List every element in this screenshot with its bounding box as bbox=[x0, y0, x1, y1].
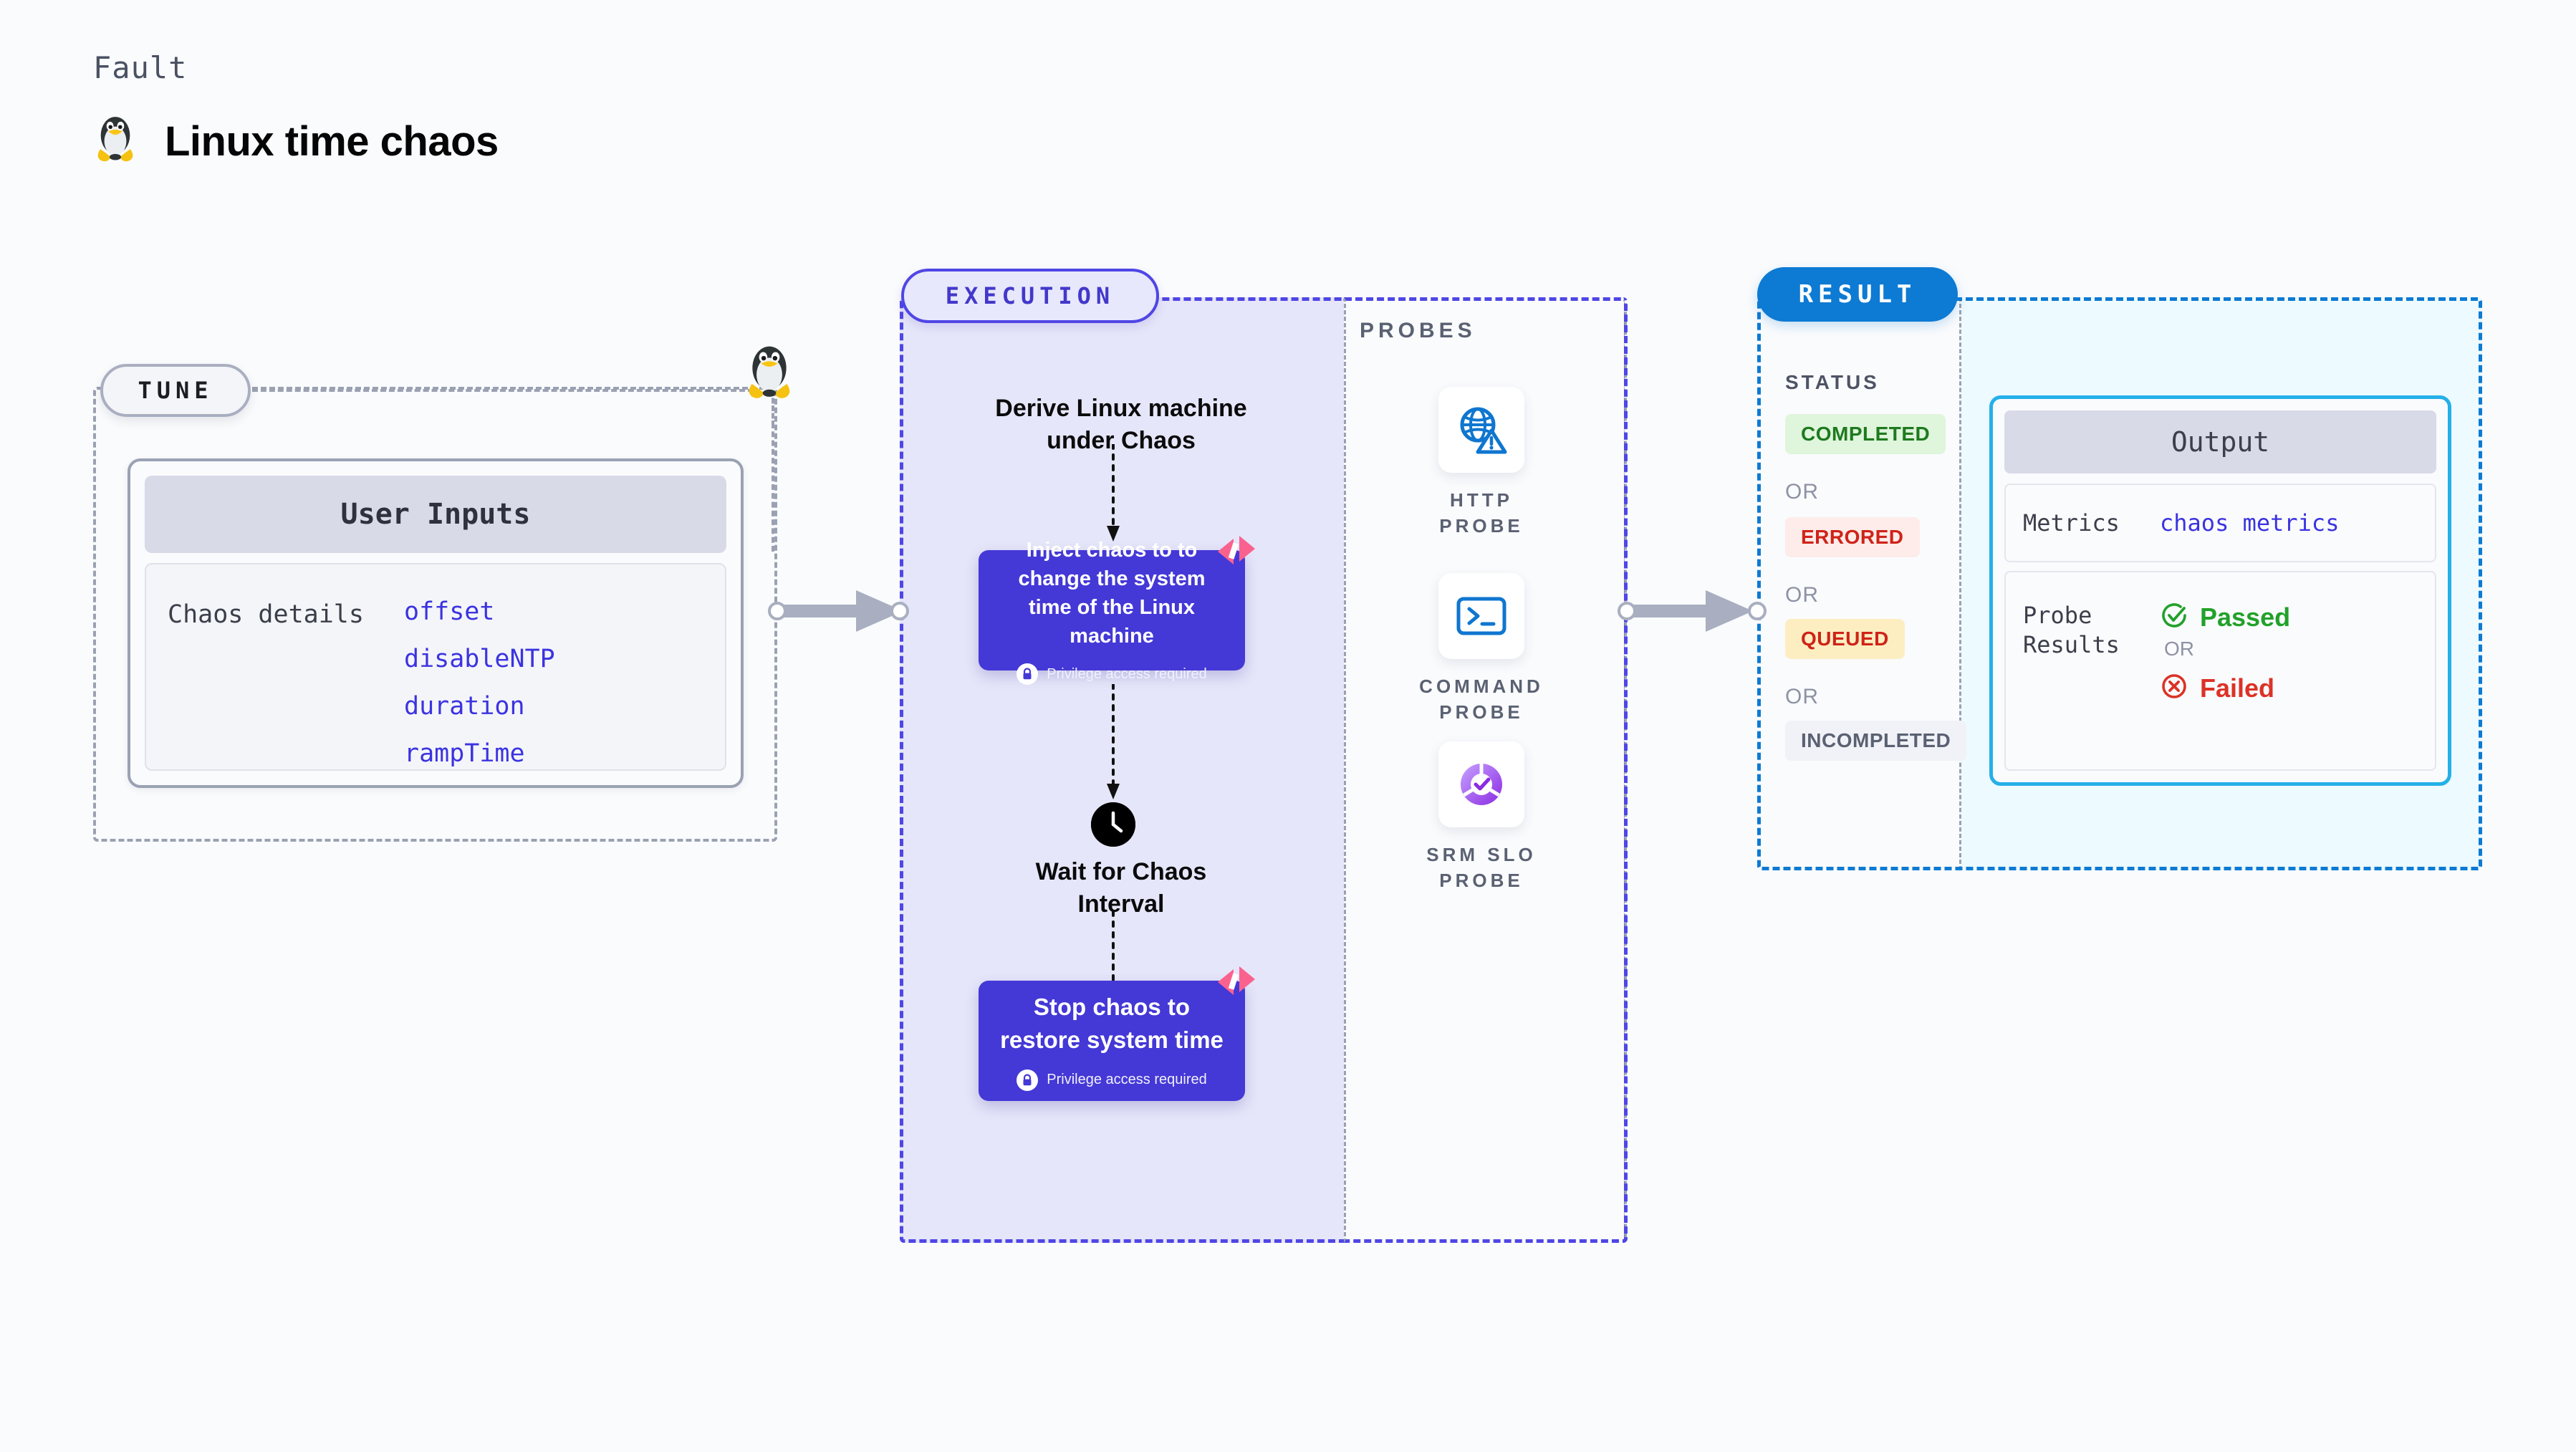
status-badge-incompleted: INCOMPLETED bbox=[1785, 721, 1967, 761]
status-or-1: OR bbox=[1785, 480, 1819, 504]
result-tag: RESULT bbox=[1757, 267, 1958, 322]
probe-result-failed: Failed bbox=[2160, 672, 2290, 704]
linux-penguin-icon bbox=[744, 344, 795, 409]
harness-logo-icon bbox=[1216, 533, 1256, 569]
tune-connector-line bbox=[252, 389, 754, 392]
execution-tag: EXECUTION bbox=[901, 269, 1159, 323]
probe-srm-slo[interactable]: SRM SLO PROBE bbox=[1410, 741, 1553, 894]
chaos-param-ramptime: rampTime bbox=[404, 739, 525, 768]
output-probe-results-key: Probe Results bbox=[2023, 602, 2120, 658]
execution-arrow-2 bbox=[1102, 683, 1124, 806]
lock-icon bbox=[1017, 1069, 1039, 1091]
execution-step2-box[interactable]: Inject chaos to to change the system tim… bbox=[979, 536, 1255, 686]
lock-icon bbox=[1017, 663, 1039, 686]
harness-logo-icon bbox=[1216, 963, 1256, 999]
connector-dot-execution-out bbox=[1618, 602, 1636, 620]
probe-result-passed-label: Passed bbox=[2200, 602, 2291, 632]
probe-http-label: HTTP PROBE bbox=[1439, 489, 1524, 537]
execution-step2-privilege: Privilege access required bbox=[1017, 663, 1207, 686]
output-metrics-value[interactable]: chaos metrics bbox=[2160, 509, 2339, 537]
chaos-details-body: Chaos details offset disableNTP duration… bbox=[145, 563, 726, 771]
probe-result-or: OR bbox=[2164, 638, 2194, 660]
linux-penguin-icon bbox=[93, 115, 138, 168]
execution-arrow-1 bbox=[1102, 443, 1124, 548]
fault-title-row: Linux time chaos bbox=[93, 115, 499, 168]
execution-step3-title: Stop chaos to restore system time bbox=[1000, 994, 1224, 1053]
user-inputs-card: User Inputs Chaos details offset disable… bbox=[128, 458, 744, 788]
output-probe-results-row: Probe Results Passed OR Failed bbox=[2004, 571, 2436, 771]
execution-step3-privilege: Privilege access required bbox=[1017, 1069, 1207, 1091]
output-metrics-key: Metrics bbox=[2023, 509, 2120, 537]
probe-command-label: COMMAND PROBE bbox=[1419, 675, 1544, 723]
connector-dot-tune-out bbox=[768, 602, 787, 620]
status-badge-queued: QUEUED bbox=[1785, 619, 1905, 659]
chaos-param-duration: duration bbox=[404, 692, 525, 721]
probe-results-values: Passed OR Failed bbox=[2160, 601, 2290, 769]
output-metrics-row: Metrics chaos metrics bbox=[2004, 484, 2436, 562]
clock-icon bbox=[1091, 802, 1135, 847]
status-badge-errored: ERRORED bbox=[1785, 517, 1920, 557]
globe-warning-icon bbox=[1438, 387, 1524, 473]
arrow-execution-to-result bbox=[1627, 586, 1759, 640]
user-inputs-card-title: User Inputs bbox=[145, 476, 726, 553]
chaos-details-label: Chaos details bbox=[168, 600, 364, 629]
execution-step2-title: Inject chaos to to change the system tim… bbox=[1018, 538, 1206, 648]
page-title: Linux time chaos bbox=[165, 117, 499, 165]
probe-result-passed: Passed bbox=[2160, 601, 2290, 633]
srm-slo-donut-check-icon bbox=[1438, 741, 1524, 827]
chaos-param-offset: offset bbox=[404, 597, 495, 626]
terminal-prompt-icon bbox=[1438, 573, 1524, 659]
execution-step3-box[interactable]: Stop chaos to restore system time Privil… bbox=[979, 966, 1255, 1101]
status-or-3: OR bbox=[1785, 685, 1819, 708]
output-card: Output Metrics chaos metrics Probe Resul… bbox=[1989, 395, 2451, 786]
connector-dot-execution-in bbox=[890, 602, 909, 620]
probe-result-failed-label: Failed bbox=[2200, 673, 2275, 703]
connector-dot-result-in bbox=[1748, 602, 1767, 620]
status-badge-completed: COMPLETED bbox=[1785, 414, 1946, 454]
tune-connector-line-down bbox=[772, 423, 774, 552]
chaos-params-list: offset disableNTP duration rampTime bbox=[404, 597, 555, 769]
probe-srm-slo-label: SRM SLO PROBE bbox=[1426, 844, 1537, 892]
probe-command[interactable]: COMMAND PROBE bbox=[1410, 573, 1553, 726]
diagram-canvas: Fault Linux time chaos TUNE User Inputs … bbox=[0, 0, 2576, 1452]
status-label: STATUS bbox=[1785, 371, 1880, 393]
chaos-param-disablentp: disableNTP bbox=[404, 645, 555, 673]
output-card-title: Output bbox=[2004, 410, 2436, 473]
tune-tag: TUNE bbox=[100, 364, 251, 417]
probes-label: PROBES bbox=[1360, 319, 1476, 342]
fault-eyebrow-label: Fault bbox=[93, 50, 188, 85]
x-circle-icon bbox=[2160, 672, 2188, 704]
check-circle-icon bbox=[2160, 601, 2188, 633]
status-or-2: OR bbox=[1785, 583, 1819, 607]
probe-http[interactable]: HTTP PROBE bbox=[1410, 387, 1553, 539]
